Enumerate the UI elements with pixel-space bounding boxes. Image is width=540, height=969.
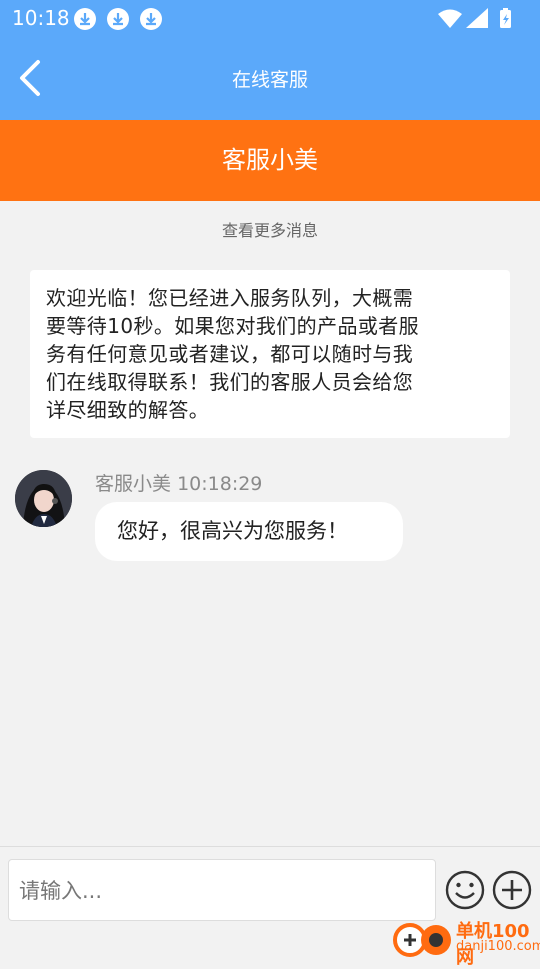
welcome-line: 详尽细致的解答。 bbox=[46, 398, 210, 422]
wifi-icon bbox=[438, 9, 462, 28]
welcome-line: 要等待10秒。如果您对我们的产品或者服 bbox=[46, 314, 420, 338]
page-title: 在线客服 bbox=[231, 69, 308, 91]
message-bubble: 您好，很高兴为您服务！ bbox=[95, 502, 403, 561]
watermark-url: danji100.com bbox=[456, 939, 540, 954]
welcome-line: 欢迎光临！您已经进入服务队列，大概需 bbox=[46, 286, 414, 310]
status-time: 10:18 bbox=[12, 6, 70, 30]
signal-icon bbox=[466, 8, 488, 28]
status-right-icons bbox=[438, 8, 528, 34]
title-bar: 在线客服 bbox=[0, 38, 540, 120]
avatar[interactable] bbox=[15, 470, 72, 527]
download-icon bbox=[140, 8, 162, 30]
emoji-icon[interactable] bbox=[444, 869, 486, 915]
download-icon bbox=[107, 8, 129, 30]
welcome-line: 务有任何意见或者建议，都可以随时与我 bbox=[46, 342, 414, 366]
agent-name-bar: 客服小美 bbox=[0, 120, 540, 201]
welcome-line: 们在线取得联系！我们的客服人员会给您 bbox=[46, 370, 414, 394]
watermark-logo-icon bbox=[393, 923, 451, 957]
welcome-message-card: 欢迎光临！您已经进入服务队列，大概需 要等待10秒。如果您对我们的产品或者服 务… bbox=[30, 270, 510, 438]
load-more-link[interactable]: 查看更多消息 bbox=[0, 217, 540, 241]
battery-icon bbox=[500, 8, 511, 28]
message-meta: 客服小美 10:18:29 bbox=[95, 469, 262, 496]
watermark: 单机100网 danji100.com bbox=[390, 915, 540, 968]
status-bar: 10:18 bbox=[0, 0, 540, 38]
add-icon[interactable] bbox=[491, 869, 533, 915]
download-icon bbox=[74, 8, 96, 30]
message-time: 10:18:29 bbox=[177, 473, 263, 495]
message-input[interactable]: 请输入... bbox=[8, 859, 436, 921]
sender-name: 客服小美 bbox=[95, 473, 172, 495]
